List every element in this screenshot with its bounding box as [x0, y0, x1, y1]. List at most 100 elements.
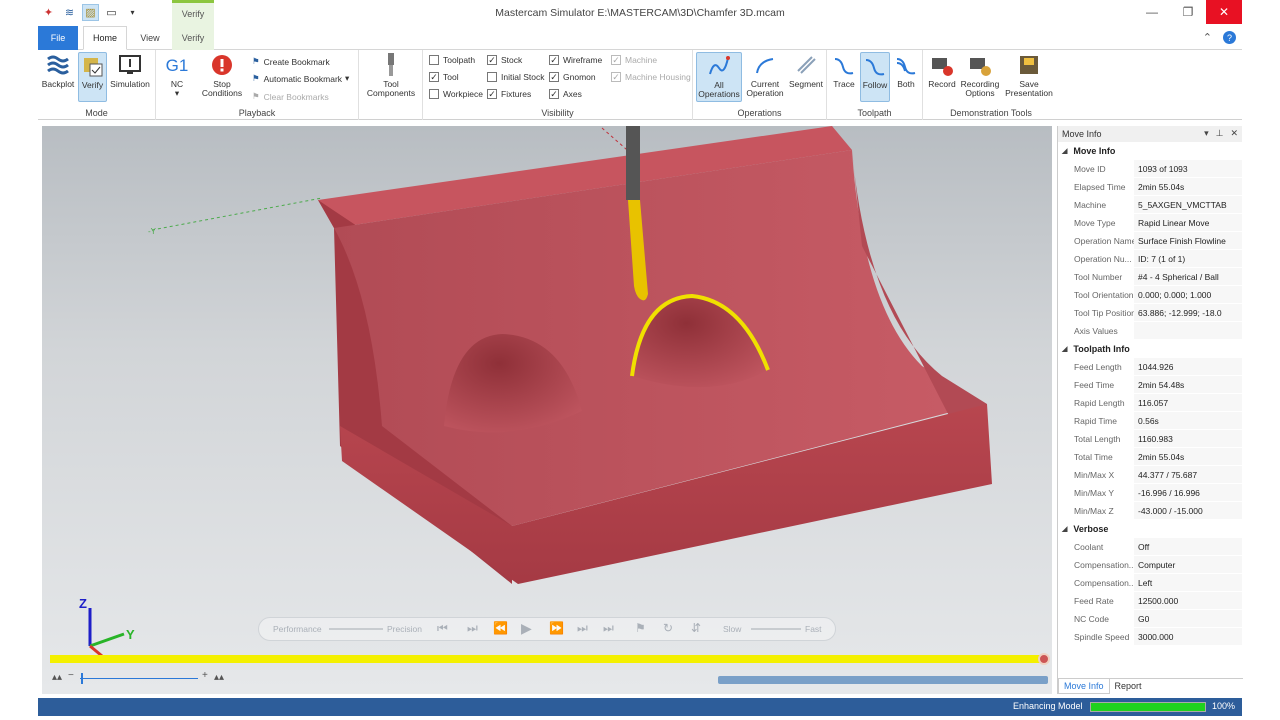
simulation-viewport[interactable]: -Y +X Z Y [42, 126, 1052, 694]
zoom-out-far-icon[interactable]: ▴▴ [52, 672, 62, 683]
bookmark-step-icon[interactable]: ⚑ [635, 621, 646, 635]
checkbox-machine-housing[interactable]: ✓ Machine Housing [611, 72, 691, 82]
section-header[interactable]: ◢ Verbose [1058, 520, 1242, 538]
tab-verify[interactable]: Verify [172, 26, 214, 50]
property-key: Coolant [1058, 538, 1134, 555]
zoom-slider[interactable] [80, 678, 198, 679]
property-key: Machine [1058, 196, 1134, 213]
play-icon[interactable]: ▶ [521, 620, 532, 637]
section-header[interactable]: ◢ Move Info [1058, 142, 1242, 160]
collapse-ribbon-icon[interactable]: ⌃ [1203, 31, 1212, 44]
panel-close-icon[interactable]: ✕ [1230, 128, 1238, 139]
checkbox-box[interactable]: ✓ [549, 72, 559, 82]
speed-slider[interactable] [751, 628, 801, 630]
property-value: 44.377 / 75.687 [1134, 466, 1242, 483]
pin-icon[interactable]: ⊥ [1216, 128, 1224, 139]
property-key: Tool Tip Position [1058, 304, 1134, 321]
tab-move-info[interactable]: Move Info [1058, 679, 1110, 694]
checkbox-tool[interactable]: ✓ Tool [429, 72, 459, 82]
play-forward-icon[interactable]: ⏩ [549, 621, 564, 635]
checkbox-stock[interactable]: ✓ Stock [487, 55, 522, 65]
automatic-bookmark-button[interactable]: ⚑ Automatic Bookmark ▾ [252, 73, 349, 84]
follow-button[interactable]: Follow [860, 52, 890, 102]
zoom-handle[interactable] [81, 673, 83, 684]
collapse-icon[interactable]: ◢ [1062, 147, 1067, 155]
checkbox-box[interactable]: ✓ [429, 72, 439, 82]
step-all-icon[interactable]: ⇵ [691, 621, 701, 635]
close-icon[interactable]: ✕ [1206, 0, 1242, 24]
minimize-icon[interactable]: — [1134, 0, 1170, 24]
property-key: Rapid Time [1058, 412, 1134, 429]
rewind-start-icon[interactable]: ⏮ [437, 621, 448, 636]
tool-holder [626, 126, 640, 200]
segment-button[interactable]: Segment [787, 52, 825, 89]
backplot-button[interactable]: Backplot [41, 52, 75, 89]
checkbox-box[interactable]: ✓ [487, 89, 497, 99]
verify-button[interactable]: Verify [78, 52, 107, 102]
checkbox-fixtures[interactable]: ✓ Fixtures [487, 89, 531, 99]
checkbox-box[interactable] [487, 72, 497, 82]
property-value: #4 - 4 Spherical / Ball [1134, 268, 1242, 285]
tab-view[interactable]: View [130, 26, 170, 50]
trace-button[interactable]: Trace [830, 52, 858, 89]
zoom-out-icon[interactable]: − [68, 670, 74, 681]
property-row: NC Code G0 [1058, 610, 1242, 628]
checkbox-toolpath[interactable]: Toolpath [429, 55, 475, 65]
clear-bookmarks-button[interactable]: ⚑ Clear Bookmarks [252, 91, 329, 102]
tab-home[interactable]: Home [83, 26, 127, 50]
playback-progress-bar[interactable] [50, 655, 1043, 663]
both-button[interactable]: Both [892, 52, 920, 89]
checkbox-box[interactable]: ✓ [549, 55, 559, 65]
restore-icon[interactable]: ❐ [1170, 0, 1206, 24]
checkbox-box[interactable]: ✓ [611, 72, 621, 82]
property-grid: ◢ Move Info Move ID 1093 of 1093 Elapsed Tim… [1058, 142, 1242, 646]
property-value: 5_5AXGEN_VMCTTAB [1134, 196, 1242, 213]
tab-file[interactable]: File [38, 26, 78, 50]
timeline-scrollbar[interactable] [718, 676, 1048, 684]
tab-report[interactable]: Report [1110, 679, 1147, 694]
nc-button[interactable]: G1 NC ▾ [162, 52, 192, 98]
recording-options-button[interactable]: Recording Options [959, 52, 1001, 98]
group-mode: Backplot Verify Simulation Mode [38, 50, 156, 120]
checkbox-box[interactable] [429, 89, 439, 99]
play-backward-icon[interactable]: ⏪ [493, 621, 508, 635]
property-value: -16.996 / 16.996 [1134, 484, 1242, 501]
property-row: Rapid Length 116.057 [1058, 394, 1242, 412]
checkbox-workpiece[interactable]: Workpiece [429, 89, 483, 99]
record-button[interactable]: Record [926, 52, 958, 89]
progress-handle[interactable] [1038, 653, 1050, 665]
checkbox-box[interactable]: ✓ [549, 89, 559, 99]
property-key: Spindle Speed [1058, 628, 1134, 645]
checkbox-axes[interactable]: ✓ Axes [549, 89, 582, 99]
checkbox-gnomon[interactable]: ✓ Gnomon [549, 72, 596, 82]
all-operations-button[interactable]: All Operations [696, 52, 742, 102]
checkbox-box[interactable] [429, 55, 439, 65]
checkbox-box[interactable]: ✓ [487, 55, 497, 65]
property-row: Move Type Rapid Linear Move [1058, 214, 1242, 232]
status-progress-bar [1090, 702, 1206, 712]
stop-conditions-button[interactable]: Stop Conditions [196, 52, 248, 98]
panel-dropdown-icon[interactable]: ▾ [1204, 128, 1209, 139]
checkbox-initial-stock[interactable]: Initial Stock [487, 72, 544, 82]
loop-icon[interactable]: ↻ [663, 621, 673, 635]
step-forward-icon[interactable]: ⏭ [577, 621, 588, 636]
collapse-icon[interactable]: ◢ [1062, 525, 1067, 533]
zoom-in-far-icon[interactable]: ▴▴ [214, 672, 224, 683]
current-operation-button[interactable]: Current Operation [745, 52, 785, 98]
quality-slider[interactable] [329, 628, 383, 630]
property-row: Total Length 1160.983 [1058, 430, 1242, 448]
create-bookmark-button[interactable]: ⚑ Create Bookmark [252, 56, 330, 67]
save-presentation-button[interactable]: Save Presentation [1003, 52, 1055, 98]
checkbox-wireframe[interactable]: ✓ Wireframe [549, 55, 602, 65]
property-key: Axis Values [1058, 322, 1134, 339]
skip-end-icon[interactable]: ⏭ [603, 621, 614, 636]
tool-components-button[interactable]: Tool Components [363, 52, 419, 98]
checkbox-box[interactable]: ✓ [611, 55, 621, 65]
simulation-button[interactable]: Simulation [109, 52, 151, 89]
collapse-icon[interactable]: ◢ [1062, 345, 1067, 353]
help-icon[interactable]: ? [1223, 31, 1236, 44]
step-back-icon[interactable]: ⏭ [467, 621, 478, 636]
zoom-in-icon[interactable]: + [202, 670, 208, 681]
checkbox-machine[interactable]: ✓ Machine [611, 55, 657, 65]
section-header[interactable]: ◢ Toolpath Info [1058, 340, 1242, 358]
